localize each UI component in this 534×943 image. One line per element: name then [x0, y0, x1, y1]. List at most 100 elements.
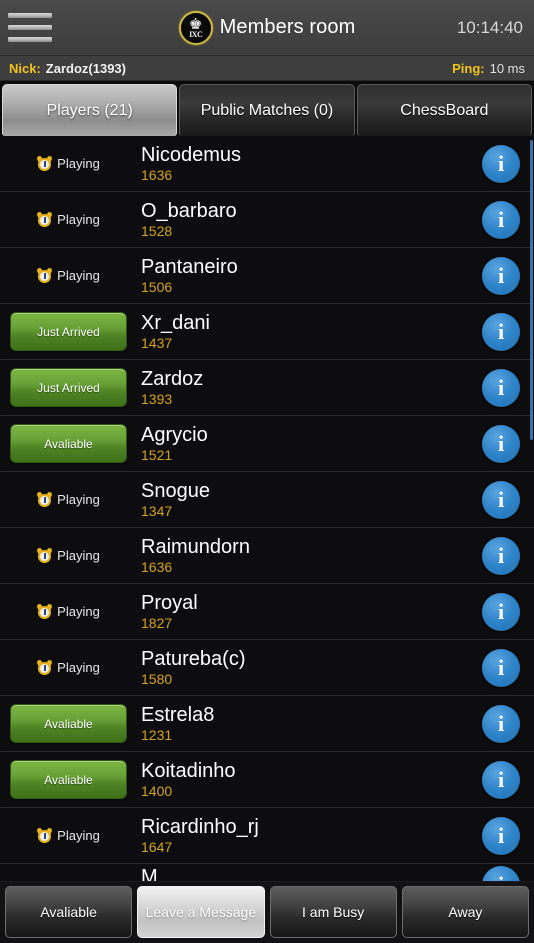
player-name: Pantaneiro — [141, 256, 238, 278]
info-icon[interactable]: i — [482, 760, 520, 799]
player-name-cell: Ricardinho_rj 1647 — [137, 816, 468, 855]
player-name-cell: Nicodemus 1636 — [137, 144, 468, 183]
status-badge[interactable]: Avaliable — [10, 424, 127, 463]
player-rating: 1231 — [141, 727, 173, 743]
info-icon[interactable]: i — [482, 816, 520, 855]
info-icon[interactable]: i — [482, 866, 520, 881]
alarm-clock-icon — [36, 491, 53, 507]
player-row[interactable]: Mi — [0, 864, 534, 881]
player-name-cell: M — [137, 864, 468, 881]
player-rating: 1400 — [141, 783, 173, 799]
nick-label: Nick: — [9, 60, 41, 76]
action-button-avaliable[interactable]: Avaliable — [5, 885, 133, 938]
player-rating: 1528 — [141, 223, 173, 239]
player-info-cell: i — [468, 760, 534, 799]
playing-status-label: Playing — [57, 156, 100, 171]
player-info-cell: i — [468, 592, 534, 631]
player-status-cell: Just Arrived — [0, 368, 137, 407]
tab-public-matches-0[interactable]: Public Matches (0) — [179, 84, 355, 136]
ixc-chess-logo-icon: ♚ IXC — [178, 10, 213, 45]
hamburger-bar-3 — [8, 37, 52, 42]
player-row[interactable]: Playing Patureba(c) 1580 i — [0, 640, 534, 696]
tab-players-21[interactable]: Players (21) — [2, 84, 178, 136]
info-icon[interactable]: i — [482, 536, 520, 575]
list-scrollbar[interactable] — [530, 140, 533, 440]
title-center-group: ♚ IXC Members room — [0, 10, 534, 45]
player-name: Zardoz — [141, 368, 204, 390]
status-badge[interactable]: Avaliable — [10, 760, 127, 799]
player-name: Agrycio — [141, 424, 208, 446]
player-name-cell: Xr_dani 1437 — [137, 312, 468, 351]
page-title: Members room — [219, 16, 356, 38]
player-status-cell: Playing — [0, 491, 137, 507]
player-rating: 1827 — [141, 615, 173, 631]
player-rating: 1636 — [141, 167, 173, 183]
player-row[interactable]: Playing Proyal 1827 i — [0, 584, 534, 640]
status-action-bar: Avaliable Leave a Message I am Busy Away — [0, 881, 534, 943]
player-info-cell: i — [468, 200, 534, 239]
player-row[interactable]: Playing Nicodemus 1636 i — [0, 136, 534, 192]
status-badge[interactable]: Just Arrived — [10, 312, 127, 351]
player-name-cell: Patureba(c) 1580 — [137, 648, 468, 687]
player-row[interactable]: Avaliable Agrycio 1521 i — [0, 416, 534, 472]
player-info-cell: i — [468, 424, 534, 463]
player-rows-container: Playing Nicodemus 1636 i Playing O_barbaro 152… — [0, 136, 534, 881]
player-status-cell: Playing — [0, 547, 137, 563]
info-icon[interactable]: i — [482, 480, 520, 519]
player-row[interactable]: Playing Snogue 1347 i — [0, 472, 534, 528]
alarm-clock-icon — [36, 603, 53, 619]
tab-chessboard[interactable]: ChessBoard — [356, 84, 532, 136]
player-status-cell: Avaliable — [0, 704, 137, 743]
player-row[interactable]: Just Arrived Xr_dani 1437 i — [0, 304, 534, 360]
player-name-cell: Zardoz 1393 — [137, 368, 468, 407]
info-icon[interactable]: i — [482, 648, 520, 687]
alarm-clock-icon — [36, 659, 53, 675]
status-badge[interactable]: Just Arrived — [10, 368, 127, 407]
playing-status: Playing — [36, 547, 100, 563]
info-icon[interactable]: i — [482, 200, 520, 239]
info-icon[interactable]: i — [482, 144, 520, 183]
hamburger-menu-icon[interactable] — [0, 0, 56, 56]
info-icon[interactable]: i — [482, 592, 520, 631]
info-icon[interactable]: i — [482, 256, 520, 295]
action-button-i-am-busy[interactable]: I am Busy — [269, 885, 397, 938]
player-info-cell: i — [468, 816, 534, 855]
player-row[interactable]: Just Arrived Zardoz 1393 i — [0, 360, 534, 416]
ping-label: Ping: — [452, 60, 485, 76]
player-info-cell: i — [468, 704, 534, 743]
player-info-cell: i — [468, 256, 534, 295]
player-name-cell: O_barbaro 1528 — [137, 200, 468, 239]
player-name: M — [141, 866, 158, 881]
player-row[interactable]: Playing O_barbaro 1528 i — [0, 192, 534, 248]
alarm-clock-icon — [36, 547, 53, 563]
player-rating: 1647 — [141, 839, 173, 855]
nick-status-bar: Nick: Zardoz(1393) Ping: 10 ms — [0, 56, 534, 81]
player-row[interactable]: Playing Ricardinho_rj 1647 i — [0, 808, 534, 864]
player-info-cell: i — [468, 144, 534, 183]
player-row[interactable]: Avaliable Estrela8 1231 i — [0, 696, 534, 752]
members-room-screen: ♚ IXC Members room 10:14:40 Nick: Zardoz… — [0, 0, 534, 943]
player-info-cell: i — [468, 536, 534, 575]
player-name-cell: Estrela8 1231 — [137, 704, 468, 743]
playing-status: Playing — [36, 827, 100, 843]
player-name: Koitadinho — [141, 760, 236, 782]
info-icon[interactable]: i — [482, 368, 520, 407]
player-rating: 1580 — [141, 671, 173, 687]
action-button-leave-a-message[interactable]: Leave a Message — [137, 885, 265, 938]
info-icon[interactable]: i — [482, 424, 520, 463]
nick-value: Zardoz(1393) — [45, 60, 126, 76]
info-icon[interactable]: i — [482, 704, 520, 743]
player-row[interactable]: Playing Raimundorn 1636 i — [0, 528, 534, 584]
playing-status-label: Playing — [57, 828, 100, 843]
player-info-cell: i — [468, 864, 534, 881]
playing-status-label: Playing — [57, 212, 100, 227]
status-badge[interactable]: Avaliable — [10, 704, 127, 743]
info-icon[interactable]: i — [482, 312, 520, 351]
player-row[interactable]: Playing Pantaneiro 1506 i — [0, 248, 534, 304]
player-rating: 1521 — [141, 447, 173, 463]
action-button-away[interactable]: Away — [401, 885, 529, 938]
player-name: Nicodemus — [141, 144, 242, 166]
playing-status-label: Playing — [57, 548, 100, 563]
player-rating: 1636 — [141, 559, 173, 575]
player-row[interactable]: Avaliable Koitadinho 1400 i — [0, 752, 534, 808]
